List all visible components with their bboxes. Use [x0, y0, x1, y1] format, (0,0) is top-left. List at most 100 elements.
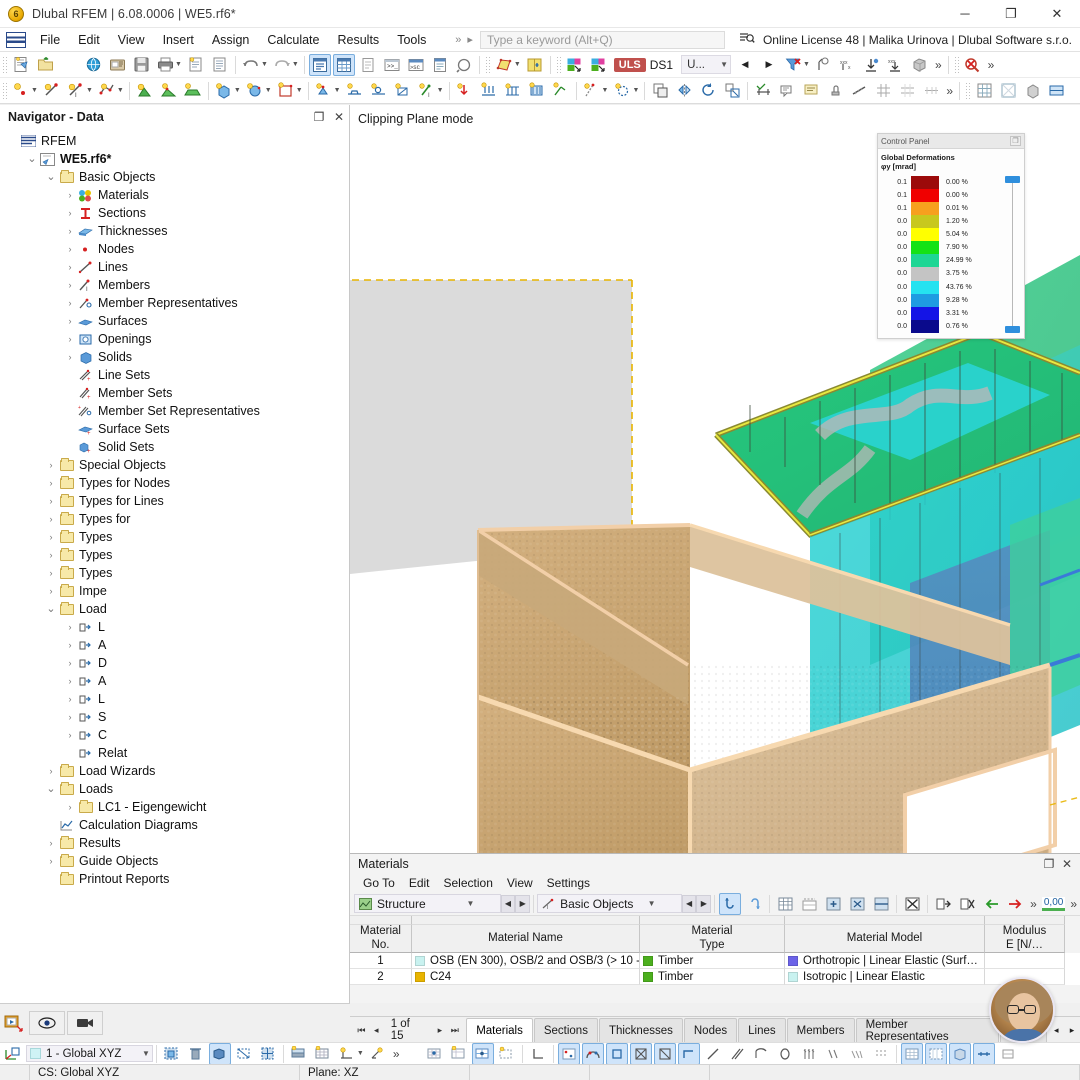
multi-point-icon[interactable]: xxxx — [837, 54, 859, 76]
tree-item-types[interactable]: ›Types — [0, 564, 349, 582]
tree-item-solid-sets[interactable]: +Solid Sets — [0, 438, 349, 456]
tree-item-guide-objects[interactable]: ›Guide Objects — [0, 852, 349, 870]
table-column-header[interactable]: ModulusE [N/… — [985, 925, 1065, 953]
chevron-right-icon[interactable]: › — [44, 550, 58, 560]
new-member-icon[interactable]: I — [65, 80, 87, 102]
clear-results-icon[interactable] — [962, 54, 984, 76]
structure-prev-button[interactable]: ◀ — [501, 895, 516, 913]
filter-clear-icon[interactable] — [782, 54, 804, 76]
chevron-right-icon[interactable]: › — [63, 244, 77, 254]
help-icon[interactable] — [453, 54, 475, 76]
cell-material-name[interactable]: OSB (EN 300), OSB/2 and OSB/3 (> 10 - 18… — [412, 953, 640, 969]
chevron-down-icon[interactable]: ⌄ — [44, 785, 58, 794]
tree-item-d[interactable]: ›D — [0, 654, 349, 672]
decimal-places-value[interactable]: 0,00 — [1042, 897, 1065, 911]
wireframe-view-icon[interactable] — [233, 1043, 255, 1065]
ellipse-snap-icon[interactable] — [774, 1043, 796, 1065]
new-line-support-icon[interactable] — [344, 80, 366, 102]
table-add-column-icon[interactable] — [822, 893, 844, 915]
chevron-down-icon[interactable]: ⌄ — [44, 605, 58, 614]
table-column-header[interactable]: MaterialType — [640, 925, 785, 953]
tree-item-member-sets[interactable]: +Member Sets — [0, 384, 349, 402]
tab-nodes[interactable]: Nodes — [684, 1018, 737, 1042]
tab-materials[interactable]: Materials — [466, 1018, 533, 1042]
grid-display-icon[interactable] — [424, 1043, 446, 1065]
prev-case-icon[interactable]: ◀ — [734, 54, 756, 76]
chevron-right-icon[interactable]: › — [63, 280, 77, 290]
new-solid-set-dropdown-icon[interactable]: ▼ — [265, 87, 272, 94]
report-icon[interactable] — [209, 54, 231, 76]
new-guide-dropdown-icon[interactable]: ▼ — [632, 87, 639, 94]
new-rigid-link-icon[interactable]: I — [416, 80, 438, 102]
script-icon[interactable]: >SC — [405, 54, 427, 76]
pager-prev-button[interactable]: ◂ — [369, 1025, 384, 1036]
chevron-right-icon[interactable]: › — [63, 694, 77, 704]
tab-member-representatives[interactable]: Member Representatives — [856, 1018, 999, 1042]
grid-snap-toggle-icon[interactable] — [448, 1043, 470, 1065]
materials-menu-selection[interactable]: Selection — [437, 875, 500, 891]
tree-item-members[interactable]: ›IMembers — [0, 276, 349, 294]
clipping-box-icon[interactable] — [909, 54, 931, 76]
menu-edit[interactable]: Edit — [69, 30, 109, 50]
shaded-view-icon[interactable] — [1021, 80, 1043, 102]
coordinate-system-combo[interactable]: 1 - Global XYZ ▼ — [26, 1045, 153, 1062]
insert-before-icon[interactable] — [980, 893, 1002, 915]
chevron-right-icon[interactable]: › — [63, 658, 77, 668]
objects-next-button[interactable]: ▶ — [696, 895, 711, 913]
chevron-right-icon[interactable]: › — [63, 262, 77, 272]
new-polyline-icon[interactable] — [96, 80, 118, 102]
control-panel-undock-button[interactable]: ❐ — [1010, 136, 1021, 146]
tab-lines[interactable]: Lines — [738, 1018, 786, 1042]
toolbar-grip[interactable] — [2, 56, 7, 74]
tree-item-surfaces[interactable]: ›Surfaces — [0, 312, 349, 330]
new-solid-set-icon[interactable] — [244, 80, 266, 102]
model-viewport[interactable]: Clipping Plane mode Control Panel ❐ Glob… — [350, 105, 1080, 853]
webcam-avatar[interactable] — [989, 977, 1055, 1043]
new-surface-icon[interactable] — [134, 80, 156, 102]
new-imperfection-dropdown-icon[interactable]: ▼ — [602, 87, 609, 94]
new-report-icon[interactable] — [185, 54, 207, 76]
tree-item-materials[interactable]: ›Materials — [0, 186, 349, 204]
chevron-right-icon[interactable]: › — [63, 712, 77, 722]
grid-snap-icon[interactable] — [872, 80, 894, 102]
navigator-toggle-icon[interactable] — [309, 54, 331, 76]
surface-select-dropdown-icon[interactable]: ▼ — [514, 61, 521, 68]
section-view-icon[interactable] — [257, 1043, 279, 1065]
toolbar-grip-4[interactable] — [954, 56, 959, 74]
work-plane-grid-icon[interactable] — [901, 1043, 923, 1065]
toolbar1-overflow-2-icon[interactable]: » — [985, 58, 998, 72]
tree-item-thicknesses[interactable]: ›Thicknesses — [0, 222, 349, 240]
tree-item-lines[interactable]: ›Lines — [0, 258, 349, 276]
new-eccentricity-icon[interactable] — [392, 80, 414, 102]
more-snap-icon[interactable] — [997, 1043, 1019, 1065]
legend-slider-knob-top[interactable] — [1005, 176, 1020, 183]
coordinate-system-icon[interactable] — [1, 1043, 23, 1065]
snap-endpoint-icon[interactable] — [367, 1043, 389, 1065]
cell-material-type[interactable]: Timber — [640, 953, 785, 969]
copy-object-icon[interactable] — [649, 80, 671, 102]
tangent-snap-icon[interactable] — [678, 1043, 700, 1065]
stamp-icon[interactable] — [824, 80, 846, 102]
unit-combo[interactable]: U... ▼ — [681, 55, 731, 74]
tree-item-c[interactable]: ›C — [0, 726, 349, 744]
camera-toggle-button[interactable] — [67, 1011, 103, 1035]
surface-select-icon[interactable] — [493, 54, 515, 76]
tree-item-member-set-representatives[interactable]: +Member Set Representatives — [0, 402, 349, 420]
render-preview-icon[interactable] — [0, 1009, 28, 1037]
tree-item-a[interactable]: ›A — [0, 672, 349, 690]
mesh-point-icon[interactable] — [798, 1043, 820, 1065]
cell-material-model[interactable]: Orthotropic | Linear Elastic (Surf… — [785, 953, 985, 969]
tree-item-impe[interactable]: ›Impe — [0, 582, 349, 600]
chevron-right-icon[interactable]: › — [63, 352, 77, 362]
chevron-right-icon[interactable]: › — [44, 460, 58, 470]
snap-point-icon[interactable] — [336, 1043, 358, 1065]
max-value-icon[interactable]: xxx — [885, 54, 907, 76]
cell-material-type[interactable]: Timber — [640, 969, 785, 985]
cell-material-no[interactable]: 2 — [350, 969, 412, 985]
next-case-icon[interactable]: ▶ — [758, 54, 780, 76]
grid-snap-3-icon[interactable] — [920, 80, 942, 102]
tree-item-results[interactable]: ›Results — [0, 834, 349, 852]
table-toggle-icon[interactable] — [333, 54, 355, 76]
toolbar2-grip-2[interactable] — [965, 82, 970, 100]
visibility-toggle-button[interactable] — [29, 1011, 65, 1035]
